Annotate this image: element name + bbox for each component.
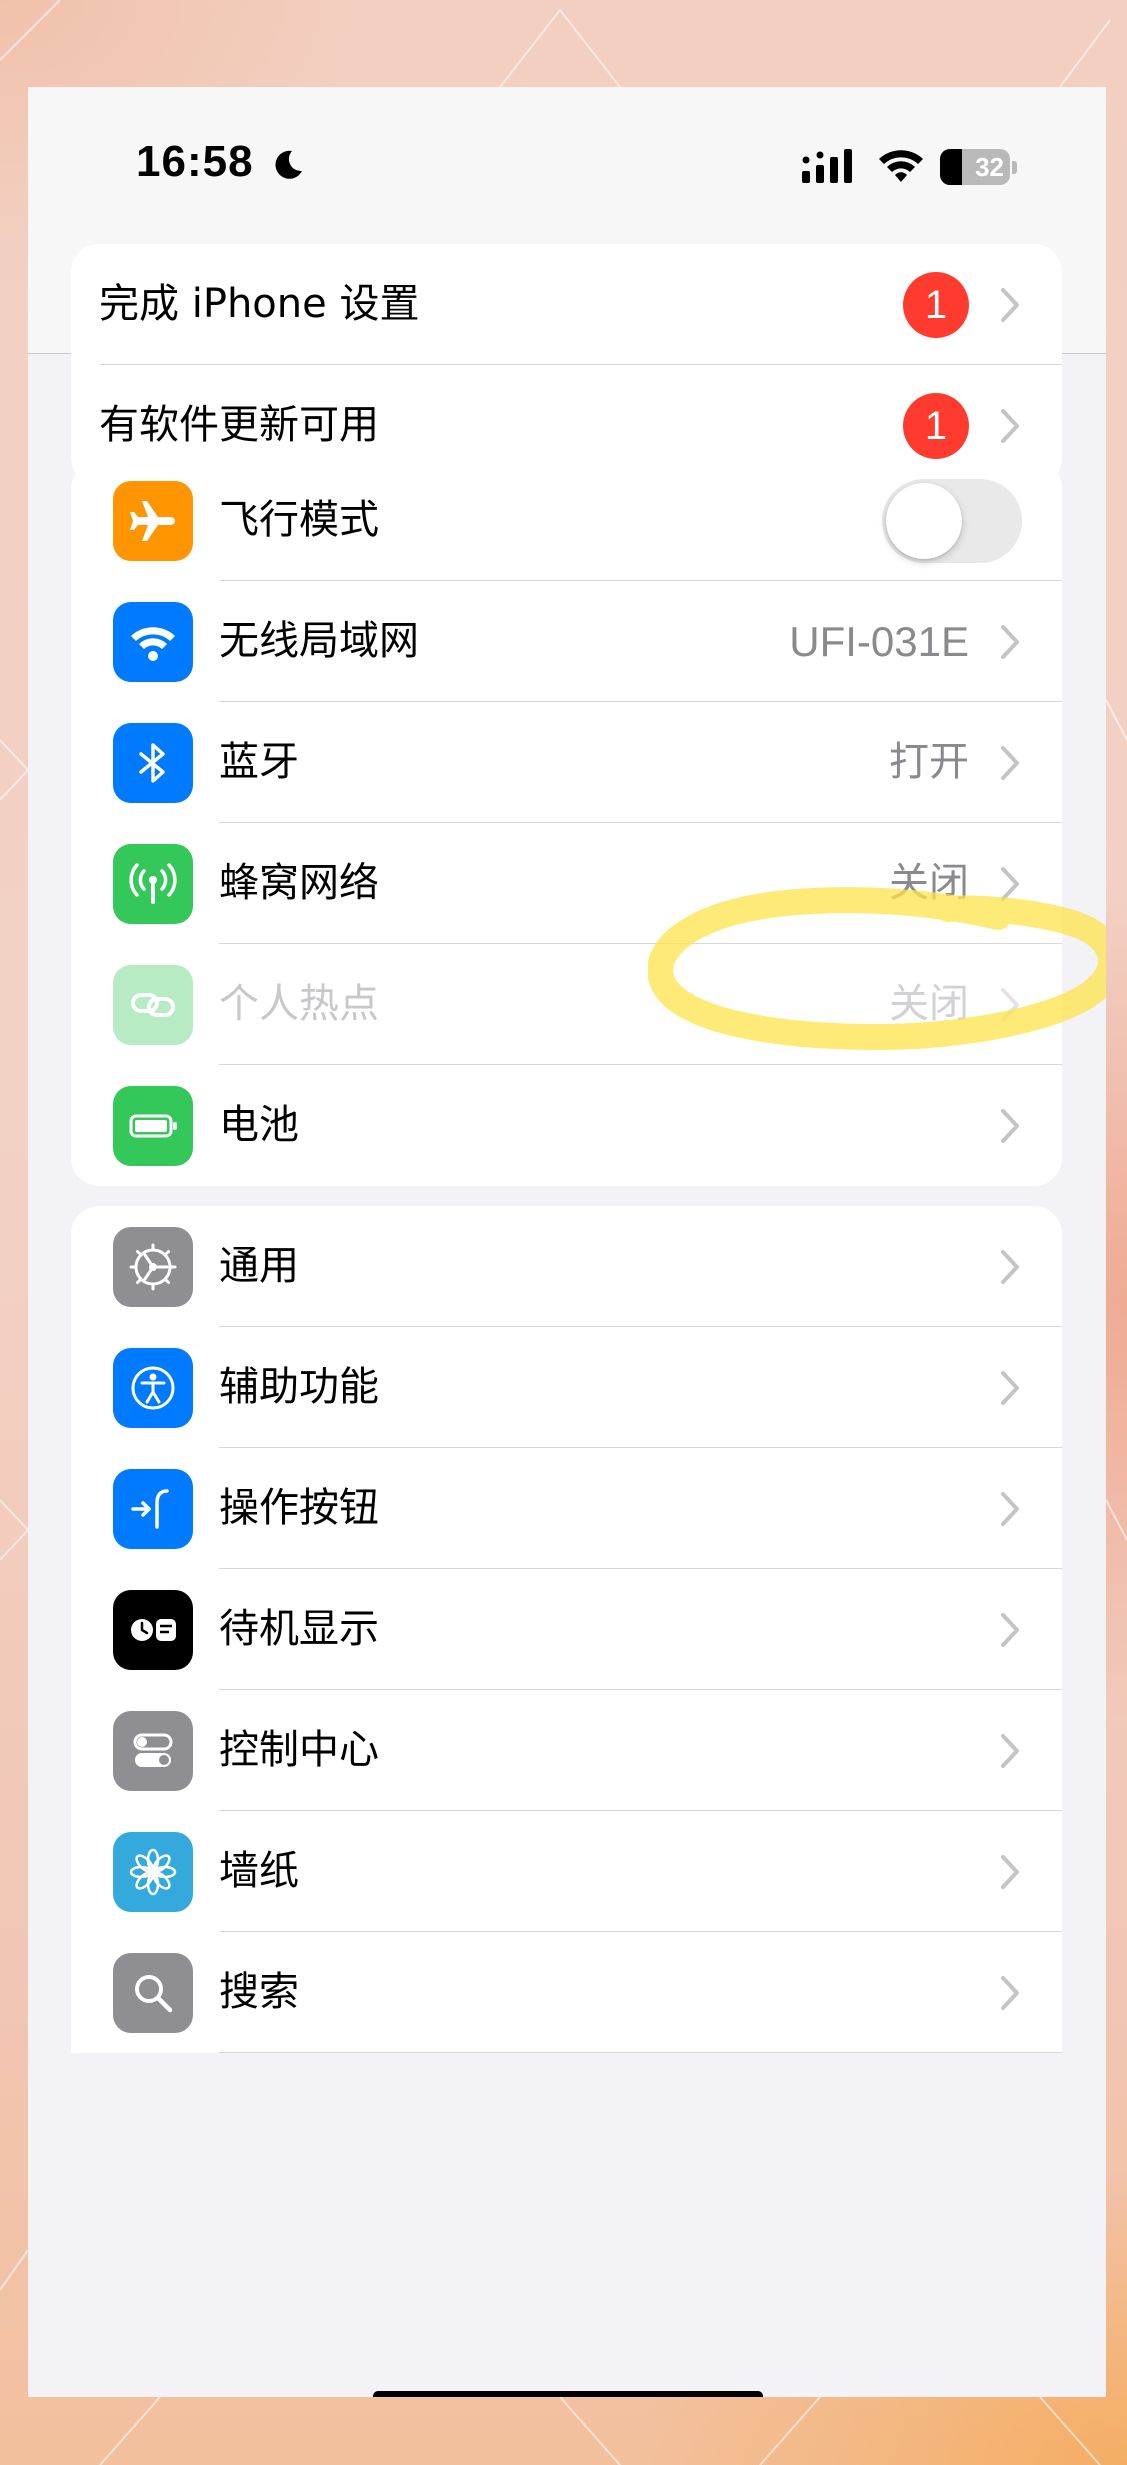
airplane-icon bbox=[113, 481, 193, 561]
row-value: 关闭 bbox=[889, 860, 969, 906]
row-search[interactable]: 搜索 bbox=[71, 1932, 1062, 2053]
row-value: 打开 bbox=[889, 739, 969, 785]
row-label: 搜索 bbox=[219, 1969, 299, 2015]
row-value: 关闭 bbox=[889, 981, 969, 1027]
row-finish-iphone-setup[interactable]: 完成 iPhone 设置 1 bbox=[71, 244, 1062, 365]
battery-status-body: 32 bbox=[940, 149, 1010, 185]
chevron-right-icon bbox=[1001, 746, 1019, 780]
row-battery[interactable]: 电池 bbox=[71, 1065, 1062, 1186]
chevron-right-icon bbox=[1001, 409, 1019, 443]
toggle-knob bbox=[886, 483, 962, 559]
battery-icon bbox=[113, 1086, 193, 1166]
row-wallpaper[interactable]: 墙纸 bbox=[71, 1811, 1062, 1932]
row-cellular[interactable]: 蜂窝网络 关闭 bbox=[71, 823, 1062, 944]
home-indicator bbox=[373, 2391, 763, 2397]
chevron-right-icon bbox=[1001, 1250, 1019, 1284]
row-label: 操作按钮 bbox=[219, 1485, 379, 1531]
row-standby[interactable]: 待机显示 bbox=[71, 1569, 1062, 1690]
battery-status: 32 bbox=[940, 149, 1018, 185]
row-wlan[interactable]: 无线局域网 UFI-031E bbox=[71, 581, 1062, 702]
chevron-right-icon bbox=[1001, 867, 1019, 901]
status-time: 16:58 bbox=[136, 137, 254, 186]
row-label: 辅助功能 bbox=[219, 1364, 379, 1410]
connectivity-group: 飞行模式 无线局域网 UFI-031E 蓝牙 打开 蜂窝网络 关闭 个人热点 关… bbox=[71, 460, 1062, 1186]
row-label: 蜂窝网络 bbox=[219, 860, 379, 906]
wifi-network-name: UFI-031E bbox=[789, 618, 969, 665]
row-control-center[interactable]: 控制中心 bbox=[71, 1690, 1062, 1811]
wifi-icon bbox=[113, 602, 193, 682]
notification-badge: 1 bbox=[903, 272, 969, 338]
chevron-right-icon bbox=[1001, 1976, 1019, 2010]
row-label: 无线局域网 bbox=[219, 618, 419, 664]
row-label: 飞行模式 bbox=[219, 497, 379, 543]
battery-cap bbox=[1012, 161, 1017, 174]
chevron-right-icon bbox=[1001, 1492, 1019, 1526]
search-icon bbox=[113, 1953, 193, 2033]
wallpaper-flower-icon bbox=[113, 1832, 193, 1912]
wifi-icon bbox=[879, 150, 923, 182]
cellular-antenna-icon bbox=[113, 844, 193, 924]
moon-icon bbox=[275, 150, 302, 179]
chevron-right-icon bbox=[1001, 1109, 1019, 1143]
row-accessibility[interactable]: 辅助功能 bbox=[71, 1327, 1062, 1448]
row-label: 墙纸 bbox=[219, 1848, 299, 1894]
chevron-right-icon bbox=[1001, 1855, 1019, 1889]
cellular-signal-icon bbox=[802, 149, 852, 183]
row-label: 蓝牙 bbox=[219, 739, 299, 785]
chevron-right-icon bbox=[1001, 1371, 1019, 1405]
chevron-right-icon bbox=[1001, 288, 1019, 322]
personal-hotspot-icon bbox=[113, 965, 193, 1045]
row-label: 控制中心 bbox=[219, 1727, 379, 1773]
chevron-right-icon bbox=[1001, 625, 1019, 659]
row-divider bbox=[219, 2052, 1062, 2053]
phone-screen: 16:58 32 设置 完成 iP bbox=[28, 87, 1106, 2397]
bluetooth-icon bbox=[113, 723, 193, 803]
suggestions-group: 完成 iPhone 设置 1 有软件更新可用 1 bbox=[71, 244, 1062, 486]
action-button-icon bbox=[113, 1469, 193, 1549]
chevron-right-icon bbox=[1001, 1613, 1019, 1647]
general-settings-group: 通用 辅助功能 操作按钮 待机显示 控制中心 墙纸 搜索 bbox=[71, 1206, 1062, 2053]
chevron-right-icon bbox=[1001, 1734, 1019, 1768]
row-label: 完成 iPhone 设置 bbox=[99, 281, 420, 327]
row-airplane-mode: 飞行模式 bbox=[71, 460, 1062, 581]
row-label: 个人热点 bbox=[219, 981, 379, 1027]
battery-level-text: 32 bbox=[975, 152, 1004, 182]
row-personal-hotspot: 个人热点 关闭 bbox=[71, 944, 1062, 1065]
status-bar: 16:58 32 bbox=[28, 87, 1106, 257]
row-action-button[interactable]: 操作按钮 bbox=[71, 1448, 1062, 1569]
gear-icon bbox=[113, 1227, 193, 1307]
chevron-right-icon bbox=[1001, 988, 1019, 1022]
row-label: 待机显示 bbox=[219, 1606, 379, 1652]
control-center-icon bbox=[113, 1711, 193, 1791]
accessibility-icon bbox=[113, 1348, 193, 1428]
airplane-mode-toggle[interactable] bbox=[882, 479, 1022, 563]
row-label: 电池 bbox=[219, 1102, 299, 1148]
row-general[interactable]: 通用 bbox=[71, 1206, 1062, 1327]
standby-icon bbox=[113, 1590, 193, 1670]
row-bluetooth[interactable]: 蓝牙 打开 bbox=[71, 702, 1062, 823]
notification-badge: 1 bbox=[903, 393, 969, 459]
row-label: 通用 bbox=[219, 1243, 299, 1289]
